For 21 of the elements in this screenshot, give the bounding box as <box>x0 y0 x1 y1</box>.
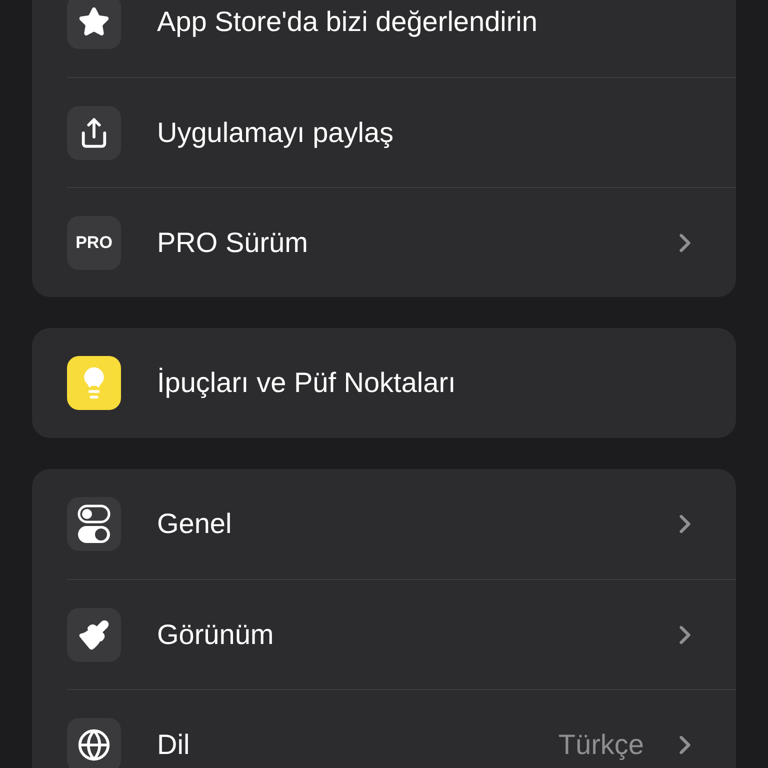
settings-row[interactable]: Dil Türkçe <box>67 689 736 768</box>
settings-row[interactable]: Görünüm <box>67 579 736 689</box>
toggles-icon <box>67 497 121 551</box>
row-label: Genel <box>157 507 232 541</box>
row-label: Görünüm <box>157 618 274 652</box>
row-label: Uygulamayı paylaş <box>157 116 394 150</box>
paintbrush-icon <box>67 608 121 662</box>
row-label: PRO Sürüm <box>157 226 308 260</box>
settings-row[interactable]: İpuçları ve Püf Noktaları <box>67 328 736 438</box>
settings-row[interactable]: App Store'da bizi değerlendirin <box>67 0 736 77</box>
lightbulb-icon <box>67 356 121 410</box>
row-label: App Store'da bizi değerlendirin <box>157 5 538 39</box>
row-value: Türkçe <box>558 728 644 762</box>
settings-row[interactable]: PRO PRO Sürüm <box>67 187 736 297</box>
settings-row[interactable]: Uygulamayı paylaş <box>67 77 736 187</box>
settings-row[interactable]: Genel <box>67 469 736 579</box>
row-label: Dil <box>157 728 190 762</box>
pro-icon: PRO <box>67 216 121 270</box>
row-label: İpuçları ve Püf Noktaları <box>157 366 456 400</box>
globe-icon <box>67 718 121 768</box>
share-icon <box>67 106 121 160</box>
